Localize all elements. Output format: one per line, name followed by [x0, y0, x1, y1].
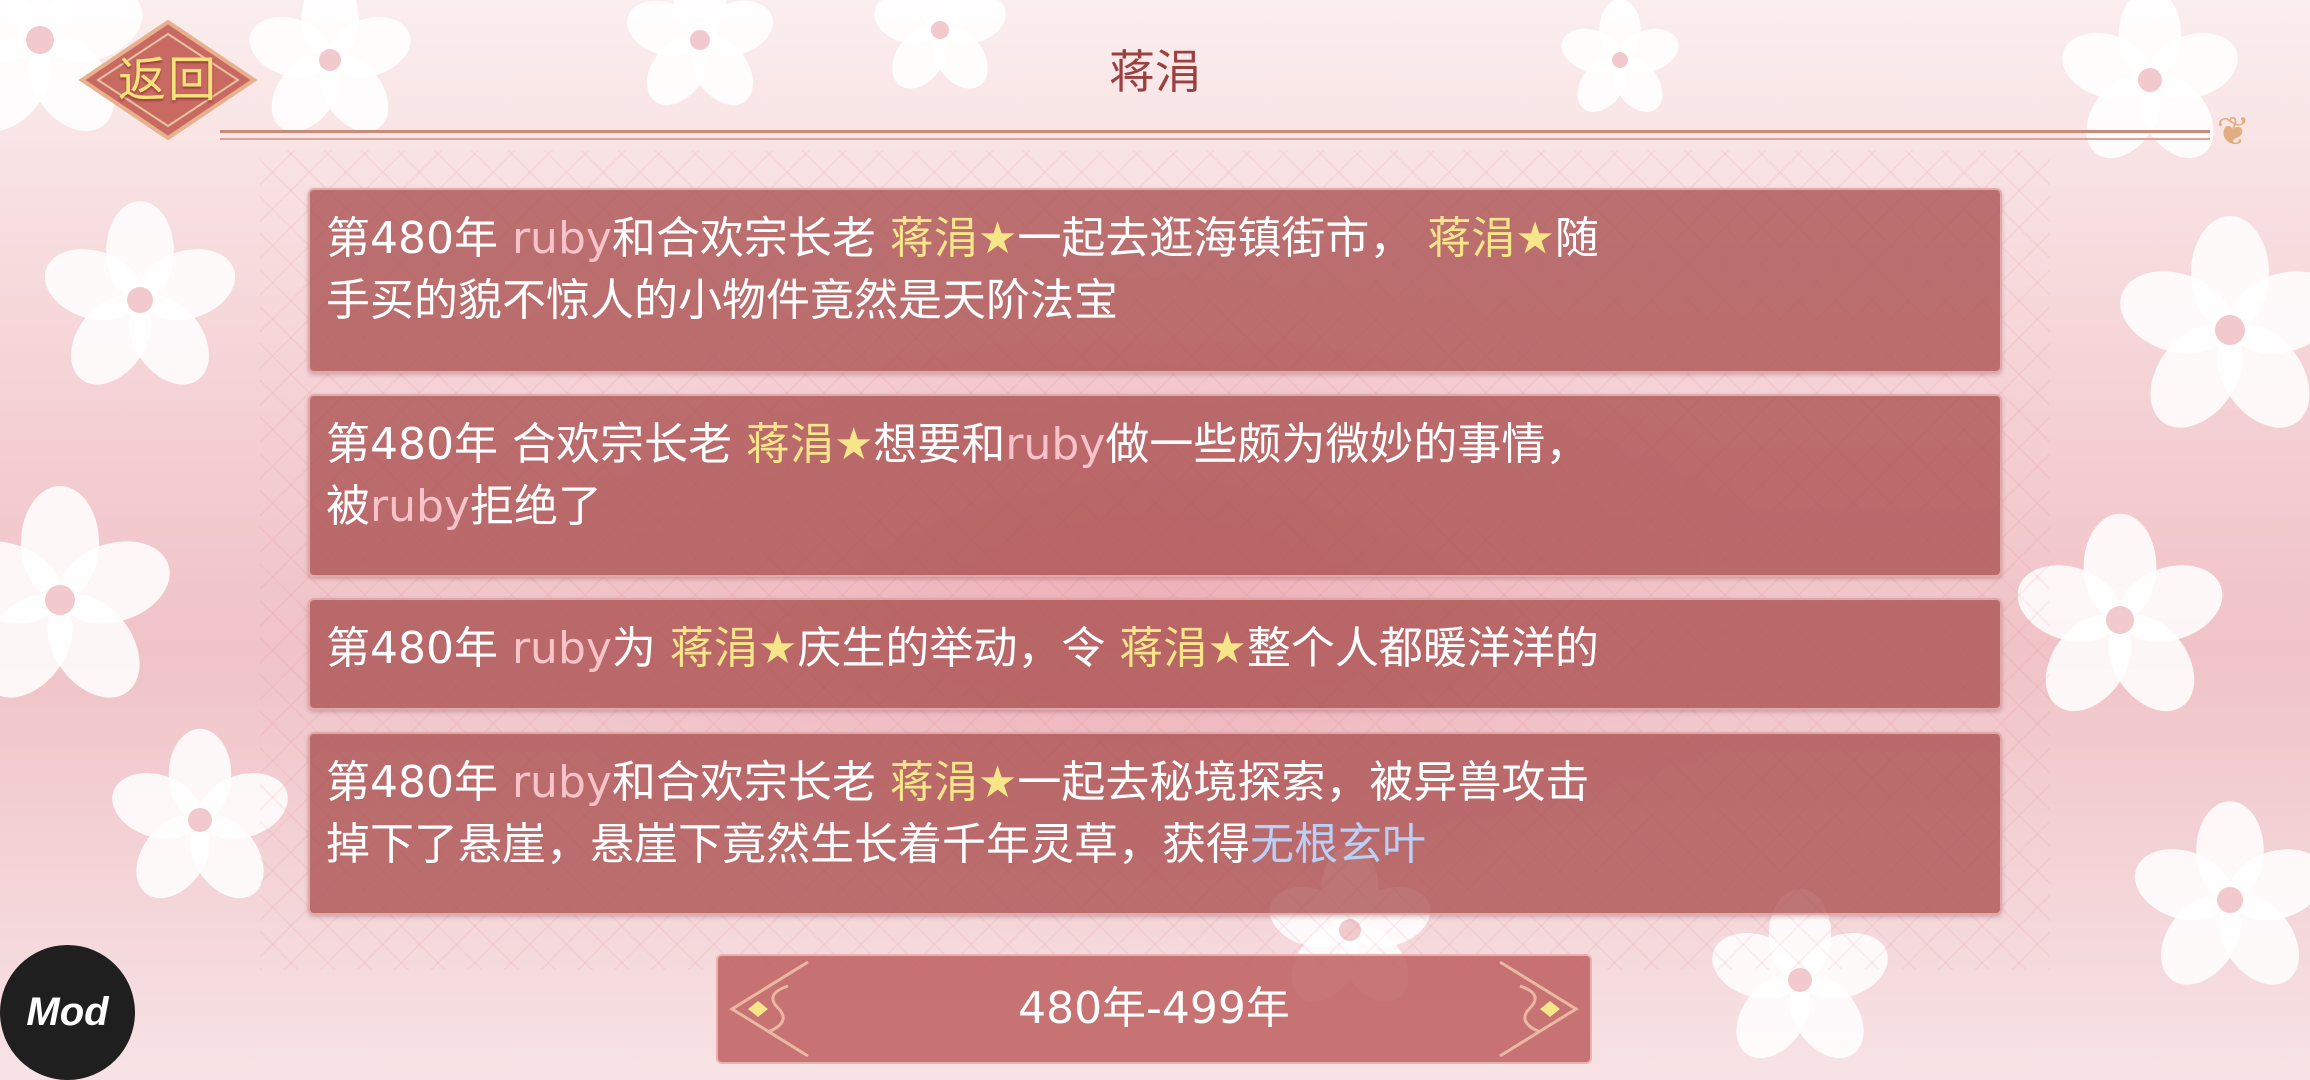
- event-text: 整个人都暖洋洋的: [1246, 623, 1599, 674]
- npc-name: 蒋涓★: [669, 623, 798, 674]
- event-text-line: 第480年 合欢宗长老 蒋涓★想要和ruby做一些颇为微妙的事情，: [326, 414, 1984, 476]
- item-name: 无根玄叶: [1250, 819, 1426, 870]
- event-text-line: 第480年 ruby和合欢宗长老 蒋涓★一起去秘境探索，被异兽攻击: [326, 752, 1984, 814]
- period-label: 480年-499年: [1018, 983, 1290, 1034]
- event-text: 手买的貌不惊人的小物件竟然是天阶法宝: [326, 275, 1118, 326]
- event-card-3: 第480年 ruby为 蒋涓★庆生的举动，令 蒋涓★整个人都暖洋洋的: [308, 598, 2002, 710]
- event-text-line: 第480年 ruby和合欢宗长老 蒋涓★一起去逛海镇街市， 蒋涓★随: [326, 208, 1984, 270]
- npc-name: 蒋涓★: [889, 757, 1018, 808]
- event-text: 庆生的举动，令: [797, 623, 1120, 674]
- event-card-2: 第480年 合欢宗长老 蒋涓★想要和ruby做一些颇为微妙的事情， 被ruby拒…: [308, 394, 2002, 577]
- header-divider: ❦: [220, 112, 2250, 152]
- back-label: 返回: [117, 52, 218, 108]
- player-name: ruby: [511, 757, 612, 808]
- player-name: ruby: [1005, 419, 1106, 470]
- mod-badge-label: Mod: [26, 990, 109, 1034]
- npc-name: 蒋涓★: [1427, 213, 1555, 264]
- event-card-4: 第480年 ruby和合欢宗长老 蒋涓★一起去秘境探索，被异兽攻击 掉下了悬崖，…: [308, 732, 2002, 915]
- npc-name: 蒋涓★: [1119, 623, 1247, 674]
- event-text-line: 第480年 ruby为 蒋涓★庆生的举动，令 蒋涓★整个人都暖洋洋的: [326, 618, 1984, 680]
- event-text: 一起去逛海镇街市，: [1017, 213, 1428, 264]
- next-arrow-icon: [1499, 960, 1579, 1058]
- player-name: ruby: [511, 213, 612, 264]
- event-text: 随: [1554, 213, 1599, 264]
- event-text-line: 被ruby拒绝了: [326, 476, 1984, 538]
- event-text: 第480年: [326, 757, 512, 808]
- player-name: ruby: [511, 623, 612, 674]
- player-name: ruby: [370, 481, 470, 532]
- period-selector: 480年-499年: [716, 954, 1592, 1064]
- page-title: 蒋涓: [1109, 45, 1201, 99]
- cloud-curl-icon: ❦: [2216, 109, 2250, 155]
- event-text: 想要和: [873, 419, 1006, 470]
- npc-name: 蒋涓★: [889, 213, 1018, 264]
- event-text: 一起去秘境探索，被异兽攻击: [1017, 757, 1590, 808]
- event-text: 和合欢宗长老: [611, 757, 890, 808]
- event-text: 做一些颇为微妙的事情，: [1105, 419, 1590, 470]
- event-text: 第480年 合欢宗长老: [326, 419, 746, 470]
- npc-name: 蒋涓★: [745, 419, 874, 470]
- event-text: 和合欢宗长老: [611, 213, 890, 264]
- mod-badge-icon[interactable]: Mod: [0, 945, 135, 1080]
- event-card-1: 第480年 ruby和合欢宗长老 蒋涓★一起去逛海镇街市， 蒋涓★随 手买的貌不…: [308, 188, 2002, 373]
- event-text: 掉下了悬崖，悬崖下竟然生长着千年灵草，获得: [326, 819, 1250, 870]
- event-text-line: 手买的貌不惊人的小物件竟然是天阶法宝: [326, 270, 1984, 332]
- event-text: 被: [326, 481, 370, 532]
- event-text: 为: [611, 623, 670, 674]
- event-text: 第480年: [326, 623, 512, 674]
- event-text-line: 掉下了悬崖，悬崖下竟然生长着千年灵草，获得无根玄叶: [326, 814, 1984, 876]
- next-period-button[interactable]: [1470, 956, 1590, 1062]
- back-button[interactable]: 返回: [78, 20, 258, 140]
- event-text: 第480年: [326, 213, 512, 264]
- event-text: 拒绝了: [469, 481, 602, 532]
